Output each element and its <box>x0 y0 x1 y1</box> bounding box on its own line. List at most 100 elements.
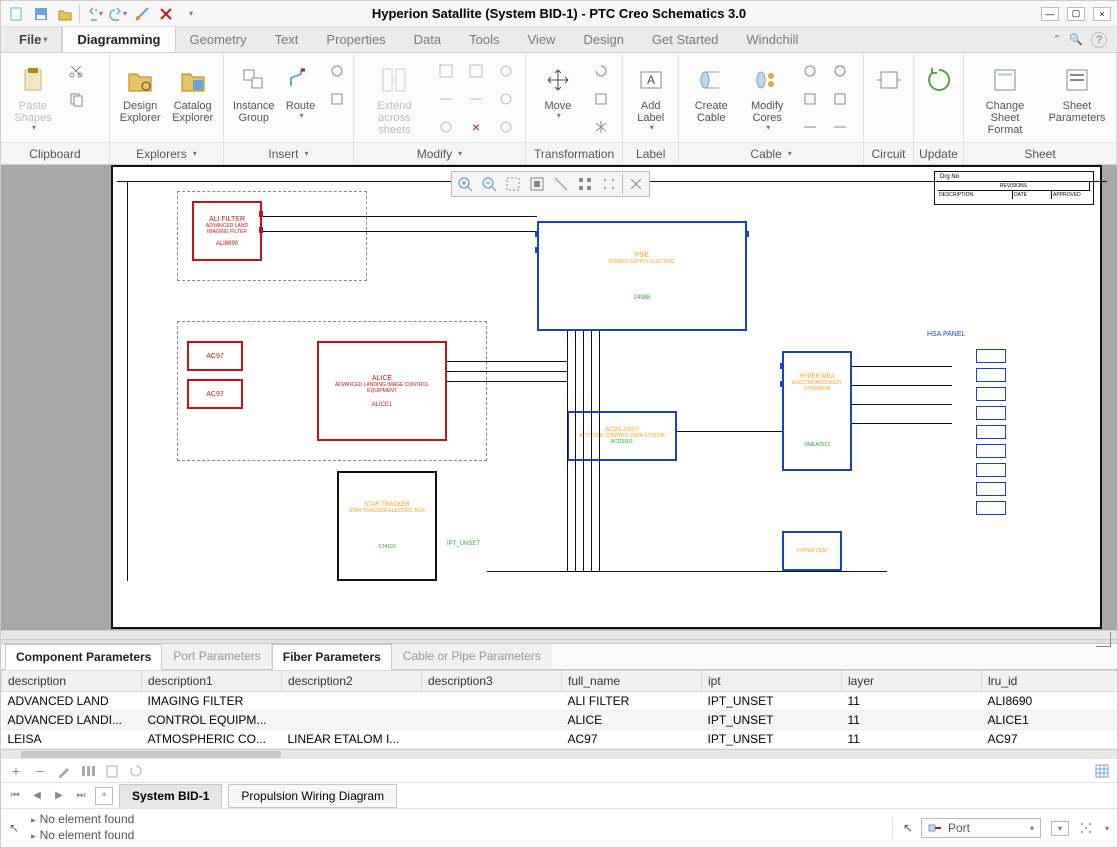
macro-icon[interactable] <box>132 4 152 24</box>
tab-first-button[interactable]: ⏮ <box>7 788 23 804</box>
redo-icon[interactable]: ▾ <box>108 4 128 24</box>
block-hyper-cem[interactable]: HYPER CEM <box>782 531 842 571</box>
columns-button[interactable] <box>79 762 97 780</box>
pan-icon[interactable] <box>550 174 572 194</box>
grid-options-button[interactable] <box>1093 762 1111 780</box>
tab-text[interactable]: Text <box>261 27 313 52</box>
clipboard-button[interactable] <box>103 762 121 780</box>
canvas-hscroll[interactable] <box>1 630 1117 639</box>
maximize-button[interactable]: ▢ <box>1067 7 1085 21</box>
sheet-parameters-button[interactable]: Sheet Parameters <box>1044 59 1110 129</box>
tab-port-params[interactable]: Port Parameters <box>162 643 271 669</box>
insert-misc-icon[interactable] <box>324 59 350 83</box>
qat-dropdown[interactable]: ▾ <box>180 4 200 24</box>
tab-view[interactable]: View <box>514 27 570 52</box>
edit-row-button[interactable] <box>55 762 73 780</box>
modify-mi2-icon[interactable] <box>433 87 459 111</box>
tab-last-button[interactable]: ⏭ <box>73 788 89 804</box>
grid[interactable]: descriptiondescription1description2descr… <box>1 670 1117 749</box>
selector-extra[interactable]: ▾ <box>1051 821 1069 836</box>
block-hyper[interactable]: HYPER MEA ELECTRONICS ASSY HYPERION NMEA… <box>782 351 852 471</box>
table-row[interactable]: ADVANCED LANDI...CONTROL EQUIPM...ALICEI… <box>2 711 1118 730</box>
sheet-tab-1[interactable]: Propulsion Wiring Diagram <box>228 784 397 808</box>
tab-next-button[interactable]: ▶ <box>51 788 67 804</box>
undo-icon[interactable]: ▾ <box>84 4 104 24</box>
modify-mi7-icon[interactable] <box>493 87 519 111</box>
tab-design[interactable]: Design <box>569 27 637 52</box>
rotate-icon[interactable] <box>588 59 614 83</box>
grid-hscroll[interactable] <box>1 749 1117 759</box>
tab-properties[interactable]: Properties <box>312 27 399 52</box>
block-ac97-1[interactable]: AC97 <box>187 341 243 371</box>
cable-mi1-icon[interactable] <box>797 59 823 83</box>
sheet-tab-0[interactable]: System BID-1 <box>119 784 222 808</box>
save-icon[interactable] <box>31 4 51 24</box>
canvas[interactable]: Drg No REVISIONS DESCRIPTION DATE APPROV… <box>1 165 1117 639</box>
zoom-fit-icon[interactable] <box>526 174 548 194</box>
copy-icon[interactable] <box>63 87 89 111</box>
zoom-out-icon[interactable] <box>478 174 500 194</box>
tab-add-button[interactable]: + <box>95 787 113 805</box>
cable-mi5-icon[interactable] <box>827 87 853 111</box>
scale-icon[interactable] <box>588 87 614 111</box>
cable-mi4-icon[interactable] <box>827 59 853 83</box>
update-button[interactable] <box>920 59 958 105</box>
catalog-explorer-button[interactable]: Catalog Explorer <box>168 59 217 129</box>
cable-mi3-icon[interactable] <box>797 115 823 139</box>
grid-header[interactable]: descriptiondescription1description2descr… <box>2 671 1118 692</box>
move-button[interactable]: Move▾ <box>532 59 584 126</box>
tab-prev-button[interactable]: ◀ <box>29 788 45 804</box>
mirror-icon[interactable] <box>588 115 614 139</box>
open-icon[interactable] <box>55 4 75 24</box>
design-explorer-button[interactable]: Design Explorer <box>116 59 165 129</box>
tab-diagramming[interactable]: Diagramming <box>62 27 175 52</box>
route-button[interactable]: Route▾ <box>282 59 320 126</box>
modify-cores-button[interactable]: Modify Cores▾ <box>741 59 793 138</box>
block-pse[interactable]: PSE POWER SUPPLY ELECTRIC 24988 <box>537 221 747 331</box>
tab-tools[interactable]: Tools <box>455 27 513 52</box>
close-toolbar-icon[interactable] <box>625 174 647 194</box>
modify-mi1-icon[interactable] <box>433 59 459 83</box>
cable-mi6-icon[interactable] <box>827 115 853 139</box>
splitter[interactable] <box>1 639 1117 644</box>
modify-mi8-icon[interactable] <box>493 115 519 139</box>
block-alice[interactable]: ALICE ADVANCED LANDING IMAGE CONTROL EQU… <box>317 341 447 441</box>
instance-group-button[interactable]: Instance Group <box>230 59 278 129</box>
tab-windchill[interactable]: Windchill <box>732 27 812 52</box>
close-doc-icon[interactable] <box>156 4 176 24</box>
search-icon[interactable]: 🔍 <box>1069 33 1083 46</box>
extend-sheets-button[interactable]: Extend across sheets <box>360 59 429 141</box>
paste-shapes-button[interactable]: Paste Shapes▾ <box>7 59 59 138</box>
snap-mode-icon[interactable] <box>1077 819 1095 837</box>
menu-file[interactable]: File▾ <box>5 27 62 52</box>
remove-row-button[interactable]: − <box>31 762 49 780</box>
modify-mi3-icon[interactable] <box>433 115 459 139</box>
new-icon[interactable] <box>7 4 27 24</box>
add-label-button[interactable]: A Add Label▾ <box>629 59 672 138</box>
grid-icon[interactable] <box>574 174 596 194</box>
circuit-button[interactable] <box>870 59 908 105</box>
snap-icon[interactable] <box>598 174 620 194</box>
table-row[interactable]: ADVANCED LANDIMAGING FILTERALI FILTERIPT… <box>2 692 1118 711</box>
modify-mi4-icon[interactable] <box>463 59 489 83</box>
block-ali-filter[interactable]: ALI FILTER ADVANCED LAND IMAGING FILTER … <box>192 201 262 261</box>
cut-icon[interactable] <box>63 59 89 83</box>
tab-component-params[interactable]: Component Parameters <box>5 644 162 670</box>
zoom-window-icon[interactable] <box>502 174 524 194</box>
pointer-mode-icon[interactable]: ↖ <box>903 821 913 835</box>
modify-x-icon[interactable]: × <box>463 115 489 139</box>
block-ac97-2[interactable]: AC97 <box>187 379 243 409</box>
add-row-button[interactable]: + <box>7 762 25 780</box>
collapse-ribbon-icon[interactable]: ⌃ <box>1052 33 1061 46</box>
table-row[interactable]: LEISAATMOSPHERIC CO...LINEAR ETALOM I...… <box>2 730 1118 749</box>
cable-mi2-icon[interactable] <box>797 87 823 111</box>
refresh-button[interactable] <box>127 762 145 780</box>
selector-combo[interactable]: Port ▾ <box>921 818 1041 838</box>
minimize-button[interactable]: — <box>1041 7 1059 21</box>
change-sheet-format-button[interactable]: Change Sheet Format <box>970 59 1040 141</box>
tab-data[interactable]: Data <box>400 27 455 52</box>
close-button[interactable]: × <box>1093 7 1111 21</box>
modify-mi6-icon[interactable] <box>493 59 519 83</box>
tab-geometry[interactable]: Geometry <box>176 27 261 52</box>
modify-mi5-icon[interactable] <box>463 87 489 111</box>
